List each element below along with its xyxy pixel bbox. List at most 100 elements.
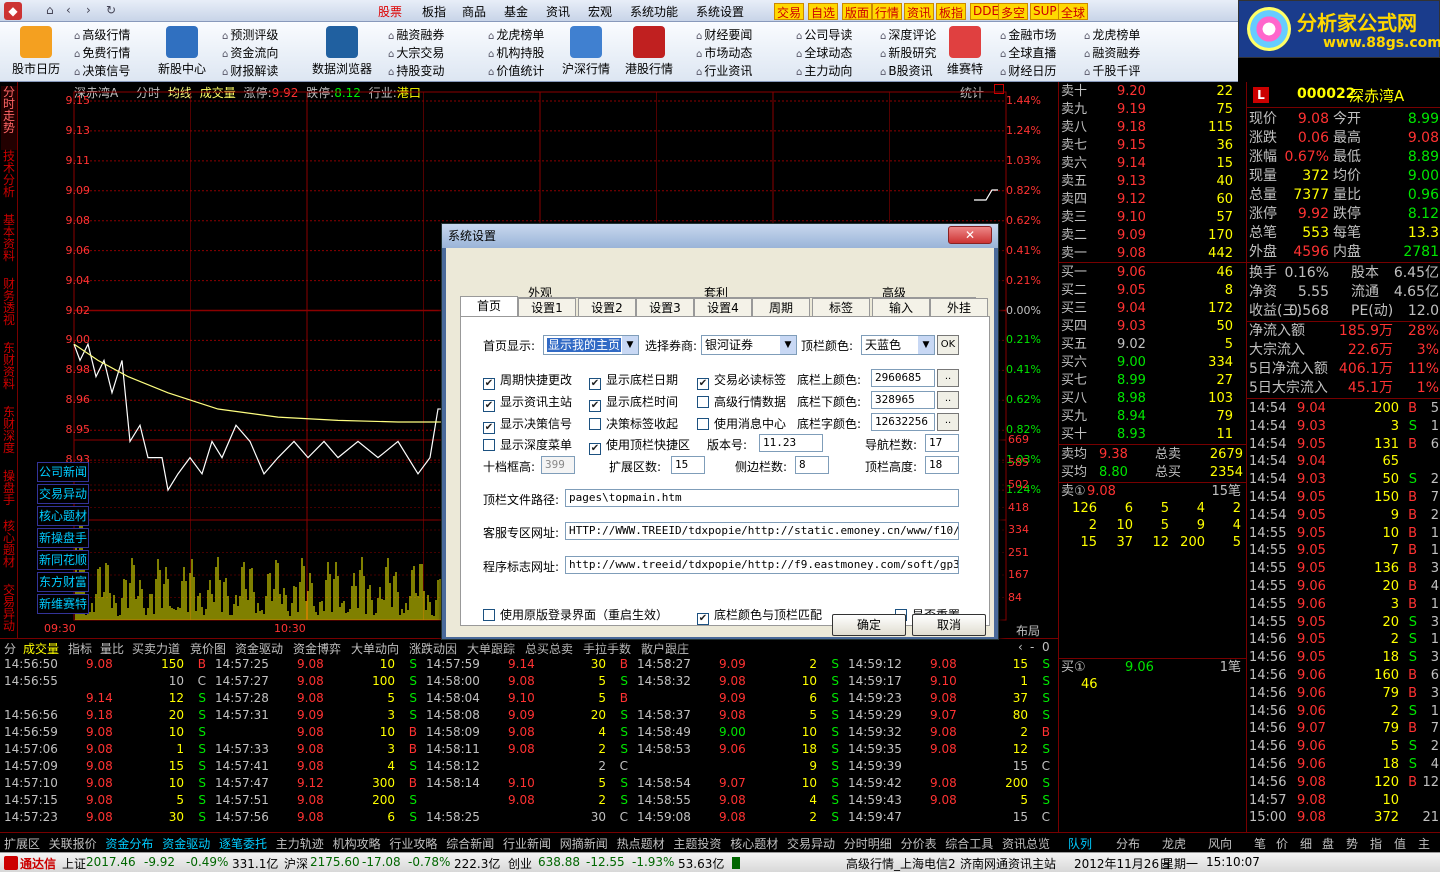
indicator-tab-7[interactable]: 资金博弈 — [293, 640, 341, 657]
hot-button-9[interactable]: 全球 — [1058, 3, 1089, 20]
ext-tab-16[interactable]: 分价表 — [901, 835, 937, 852]
menu-0[interactable]: 股票 — [378, 3, 402, 20]
side-tab-0[interactable]: 队列 — [1068, 835, 1092, 852]
toolbar-1[interactable]: 新股中心 — [154, 22, 210, 77]
ext-tab-13[interactable]: 核心题材 — [730, 835, 778, 852]
ext-tab-7[interactable]: 行业攻略 — [389, 835, 437, 852]
left-tab-1[interactable]: 技术分析 — [1, 150, 17, 214]
refresh-icon[interactable]: ↻ — [106, 3, 116, 17]
hot-button-0[interactable]: 交易 — [774, 3, 805, 20]
setting-checkbox-10[interactable]: ✔ 使用顶栏快捷区 — [589, 436, 690, 455]
ext-tab-11[interactable]: 热点题材 — [617, 835, 665, 852]
news-button-0[interactable]: 公司新闻 — [37, 462, 89, 482]
toolbar-link-2-1[interactable]: 大宗交易 — [388, 44, 444, 61]
toolbar-5[interactable]: 维赛特 — [942, 22, 988, 77]
layout-button[interactable]: 布局 — [1016, 622, 1040, 639]
toolbar-link-6-0[interactable]: 深度评论 — [880, 26, 936, 43]
hot-button-4[interactable]: 资讯 — [904, 3, 935, 20]
news-button-4[interactable]: 新同花顺 — [37, 550, 89, 570]
hs-index-label[interactable]: 沪深 — [284, 855, 308, 872]
side-tab-5[interactable]: 价 — [1276, 835, 1288, 852]
news-button-3[interactable]: 新操盘手 — [37, 528, 89, 548]
cancel-button[interactable]: 取消 — [912, 614, 986, 636]
indicator-tab-3[interactable]: 量比 — [100, 640, 124, 657]
side-tab-8[interactable]: 势 — [1346, 835, 1358, 852]
ext-tab-15[interactable]: 分时明细 — [844, 835, 892, 852]
window-icon[interactable]: ◆ — [4, 2, 22, 20]
ext-tab-1[interactable]: 关联报价 — [49, 835, 97, 852]
toolbar-link-5-2[interactable]: 主力动向 — [796, 62, 852, 79]
toolbar-link-6-1[interactable]: 新股研究 — [880, 44, 936, 61]
indicator-tab-5[interactable]: 竞价图 — [190, 640, 226, 657]
settings-tab-7[interactable]: 输入 — [872, 298, 930, 316]
bottom-checkbox-0[interactable]: 使用原版登录界面（重启生效） — [483, 606, 668, 623]
setting-checkbox-6[interactable]: ✔ 显示决策信号 — [483, 415, 572, 434]
ext-tab-3[interactable]: 资金驱动 — [162, 835, 210, 852]
tab-scroll-zero[interactable]: 0 — [1042, 640, 1050, 654]
broker-select[interactable]: 银河证券 ▼ — [701, 335, 797, 355]
indicator-tab-4[interactable]: 买卖力道 — [132, 640, 180, 657]
hot-button-3[interactable]: 行情 — [872, 3, 903, 20]
dialog-titlebar[interactable]: 系统设置 — [442, 224, 998, 248]
toolbar-link-0-1[interactable]: 免费行情 — [74, 44, 130, 61]
toolbar-link-2-0[interactable]: 融资融券 — [388, 26, 444, 43]
setting-checkbox-3[interactable]: ✔ 显示资讯主站 — [483, 393, 572, 412]
toolbar-link-5-0[interactable]: 公司导读 — [796, 26, 852, 43]
left-tab-5[interactable]: 东财深度 — [1, 406, 17, 470]
indicator-tab-1[interactable]: 成交量 — [23, 640, 59, 657]
setting-checkbox-4[interactable]: ✔ 显示底栏时间 — [589, 393, 678, 412]
sh-index-label[interactable]: 上证 — [62, 855, 86, 872]
version-field[interactable]: 11.23 — [759, 434, 823, 452]
setting-checkbox-1[interactable]: ✔ 显示底栏日期 — [589, 371, 678, 390]
topfile-field[interactable]: pages\topmain.htm — [565, 489, 959, 507]
toolbar-link-7-0[interactable]: 金融市场 — [1000, 26, 1056, 43]
toolbar-link-4-1[interactable]: 市场动态 — [696, 44, 752, 61]
toolbar-3[interactable]: 沪深行情 — [558, 22, 614, 77]
toolbar-link-3-2[interactable]: 价值统计 — [488, 62, 544, 79]
toolbar-0[interactable]: 股市日历 — [8, 22, 64, 77]
hot-button-7[interactable]: 多空 — [998, 3, 1029, 20]
left-tab-3[interactable]: 财务透视 — [1, 278, 17, 342]
bottom-checkbox-1[interactable]: ✔ 底栏颜色与顶栏匹配 — [697, 606, 822, 625]
toolbar-link-4-0[interactable]: 财经要闻 — [696, 26, 752, 43]
tab-scroll-minus[interactable]: - — [1030, 640, 1034, 654]
ext-tab-0[interactable]: 扩展区 — [4, 835, 40, 852]
settings-tab-0[interactable]: 首页 — [460, 296, 518, 316]
setting-checkbox-8[interactable]: 使用消息中心 — [697, 415, 786, 432]
ext-count-field[interactable]: 15 — [671, 456, 705, 474]
ext-tab-2[interactable]: 资金分布 — [105, 835, 153, 852]
home-icon[interactable]: ⌂ — [46, 3, 54, 17]
menu-7[interactable]: 系统设置 — [696, 3, 744, 20]
toolbar-link-7-1[interactable]: 全球直播 — [1000, 44, 1056, 61]
info-site[interactable]: 济南网通资讯主站 — [960, 855, 1056, 872]
bottom-bg-pick-button[interactable]: .. — [937, 369, 959, 387]
homepage-select[interactable]: 显示我的主页 ▼ — [543, 335, 639, 355]
settings-tab-1[interactable]: 设置1 — [518, 298, 576, 316]
indicator-tab-13[interactable]: 散户跟庄 — [641, 640, 689, 657]
setting-checkbox-9[interactable]: 显示深度菜单 — [483, 436, 572, 453]
toolbar-link-3-1[interactable]: 机构持股 — [488, 44, 544, 61]
cs-url-field[interactable]: HTTP://WWW.TREEID/tdxpopie/http://static… — [565, 522, 959, 540]
ext-tab-17[interactable]: 综合工具 — [945, 835, 993, 852]
side-tab-4[interactable]: 笔 — [1254, 835, 1266, 852]
dialog-close-button[interactable]: ✕ — [948, 226, 992, 244]
indicator-tab-0[interactable]: 分 — [4, 640, 16, 657]
toolbar-link-5-1[interactable]: 全球动态 — [796, 44, 852, 61]
news-button-2[interactable]: 核心题材 — [37, 506, 89, 526]
setting-checkbox-5[interactable]: 高级行情数据 — [697, 393, 786, 410]
indicator-tab-8[interactable]: 大单动向 — [351, 640, 399, 657]
hot-button-1[interactable]: 自选 — [808, 3, 839, 20]
side-tab-11[interactable]: 主 — [1418, 835, 1430, 852]
toolbar-link-7-2[interactable]: 财经日历 — [1000, 62, 1056, 79]
logo-url-field[interactable]: http://www.treeid/tdxpopie/http://f9.eas… — [565, 556, 959, 574]
side-count-field[interactable]: 8 — [795, 456, 829, 474]
toolbar-link-1-0[interactable]: 预测评级 — [222, 26, 278, 43]
ext-tab-9[interactable]: 行业新闻 — [503, 835, 551, 852]
ext-tab-12[interactable]: 主题投资 — [673, 835, 721, 852]
news-button-1[interactable]: 交易异动 — [37, 484, 89, 504]
ext-tab-5[interactable]: 主力轨迹 — [276, 835, 324, 852]
side-tab-2[interactable]: 龙虎 — [1162, 835, 1186, 852]
settings-tab-5[interactable]: 周期 — [752, 298, 810, 316]
bottom-dn-pick-button[interactable]: .. — [937, 391, 959, 409]
settings-tab-2[interactable]: 设置2 — [578, 298, 636, 316]
